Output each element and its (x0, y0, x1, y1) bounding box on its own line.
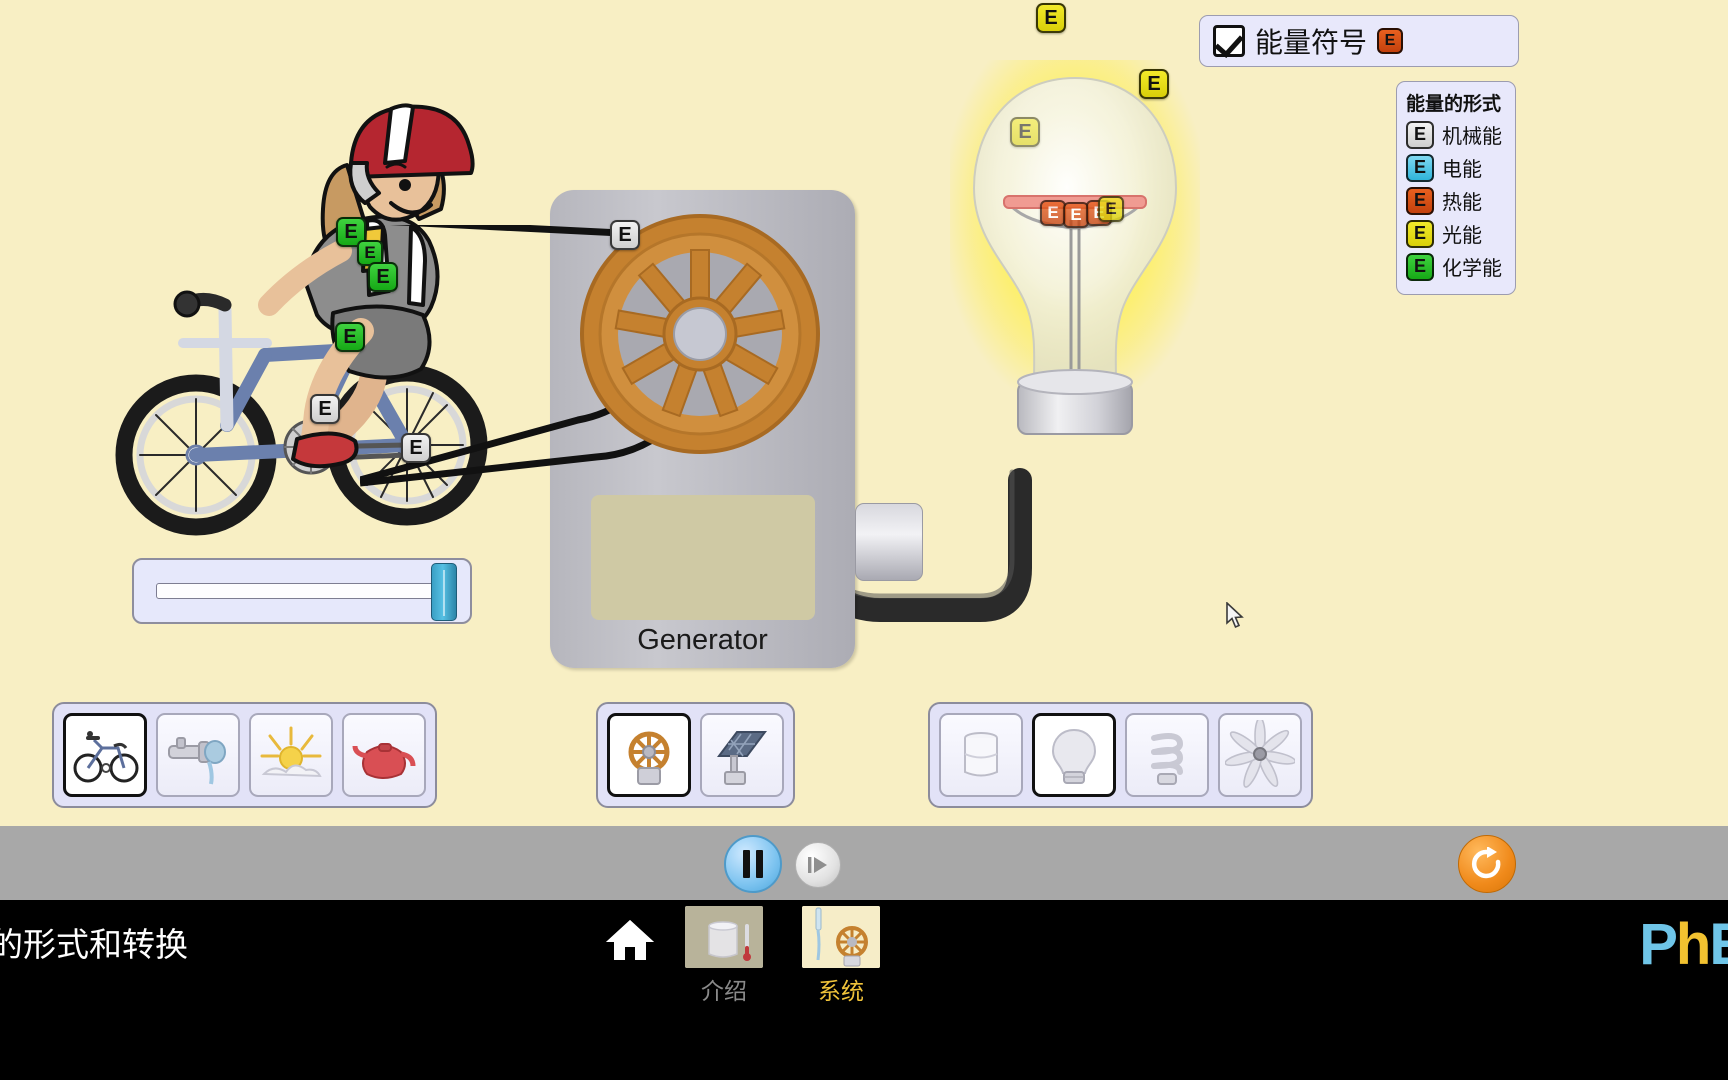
generator-label: Generator (637, 624, 768, 656)
phet-logo-h: h (1675, 912, 1711, 977)
generator-wheel-icon (628, 731, 670, 785)
pause-button[interactable] (724, 835, 782, 893)
phet-logo-p: P (1639, 912, 1678, 977)
slider-thumb[interactable] (431, 563, 457, 621)
source-bicycle-button[interactable] (63, 713, 147, 797)
user-fan-button[interactable] (1218, 713, 1302, 797)
energy-chip-mechanical: E (610, 220, 640, 250)
pause-icon (743, 850, 750, 878)
legend-item-chemical: E 化学能 (1406, 252, 1506, 281)
reset-all-icon (1471, 847, 1501, 879)
converter-generator-button[interactable] (607, 713, 691, 797)
phet-logo-e: E (1709, 912, 1728, 977)
converter-solar-panel-button[interactable] (700, 713, 784, 797)
source-teapot-button[interactable] (342, 713, 426, 797)
legend-label-chemical: 化学能 (1442, 258, 1502, 280)
generator-window (591, 495, 815, 620)
mouse-cursor (1226, 602, 1244, 629)
energy-symbols-label: 能量符号 (1255, 27, 1368, 58)
energy-converter-carousel[interactable] (596, 702, 795, 808)
home-button[interactable] (604, 918, 656, 962)
step-forward-icon (808, 857, 827, 873)
pause-icon (756, 850, 763, 878)
user-beaker-button[interactable] (939, 713, 1023, 797)
sun-icon (260, 726, 322, 778)
reset-all-button[interactable] (1458, 835, 1516, 893)
tab-intro-thumbnail (685, 906, 763, 968)
phet-logo[interactable]: PhE (1639, 911, 1728, 978)
light-energy-icon: E (1406, 219, 1434, 248)
legend-label-electrical: 电能 (1442, 159, 1482, 181)
teapot-icon (352, 743, 416, 779)
step-forward-button[interactable] (795, 842, 841, 888)
energy-source-carousel[interactable] (52, 702, 437, 808)
energy-chip-mechanical: E (401, 433, 431, 463)
tab-system-thumbnail (802, 906, 880, 968)
tab-system[interactable]: 系统 (801, 906, 881, 1006)
legend-title: 能量的形式 (1406, 94, 1502, 115)
source-faucet-button[interactable] (156, 713, 240, 797)
faucet-icon (168, 737, 226, 785)
legend-label-thermal: 热能 (1442, 192, 1482, 214)
tab-system-label: 系统 (818, 978, 864, 1004)
generator-output-shaft (855, 503, 923, 581)
energy-forms-legend: 能量的形式 E 机械能 E 电能 E 热能 E 光能 E 化学能 (1396, 81, 1516, 295)
simulation-canvas: E E E E E E Generator E E E E E E E 能量符号… (0, 0, 1728, 826)
tab-intro[interactable]: 介绍 (684, 906, 764, 1006)
legend-item-electrical: E 电能 (1406, 153, 1506, 182)
incandescent-bulb[interactable] (940, 60, 1210, 450)
legend-item-mechanical: E 机械能 (1406, 120, 1506, 149)
slider-track[interactable] (156, 563, 457, 621)
tab-intro-label: 介绍 (701, 978, 747, 1004)
legend-label-light: 光能 (1442, 225, 1482, 247)
energy-chip-chemical: E (335, 322, 365, 352)
legend-item-light: E 光能 (1406, 219, 1506, 248)
thermal-energy-icon: E (1406, 186, 1434, 215)
energy-chip-light: E (1010, 117, 1040, 147)
legend-item-thermal: E 热能 (1406, 186, 1506, 215)
incandescent-bulb-icon (1051, 728, 1097, 784)
energy-chip-light: E (1036, 3, 1066, 33)
thermal-energy-chip-icon: E (1377, 28, 1404, 54)
chemical-energy-icon: E (1406, 252, 1434, 281)
simulation-title: 的形式和转换 (0, 926, 188, 963)
legend-label-mechanical: 机械能 (1442, 126, 1502, 148)
mechanical-energy-icon: E (1406, 120, 1434, 149)
source-sun-button[interactable] (249, 713, 333, 797)
user-fluorescent-bulb-button[interactable] (1125, 713, 1209, 797)
user-incandescent-bulb-button[interactable] (1032, 713, 1116, 797)
energy-user-carousel[interactable] (928, 702, 1313, 808)
bicycle-icon (73, 731, 139, 783)
fan-icon (1225, 720, 1295, 788)
solar-panel-icon (717, 731, 767, 785)
beaker-icon (964, 732, 998, 777)
energy-chip-light: E (1139, 69, 1169, 99)
time-control-bar (0, 826, 1728, 900)
energy-chip-chemical: E (368, 262, 398, 292)
energy-feed-slider[interactable] (132, 558, 472, 624)
electrical-energy-icon: E (1406, 153, 1434, 182)
energy-chip-mechanical: E (310, 394, 340, 424)
energy-chip-light: E (1098, 196, 1124, 222)
cyclist-energy-source[interactable] (115, 55, 515, 545)
energy-symbols-checkbox[interactable] (1213, 25, 1245, 57)
fluorescent-bulb-icon (1151, 733, 1184, 785)
energy-symbols-checkbox-panel[interactable]: 能量符号 E (1199, 15, 1519, 67)
